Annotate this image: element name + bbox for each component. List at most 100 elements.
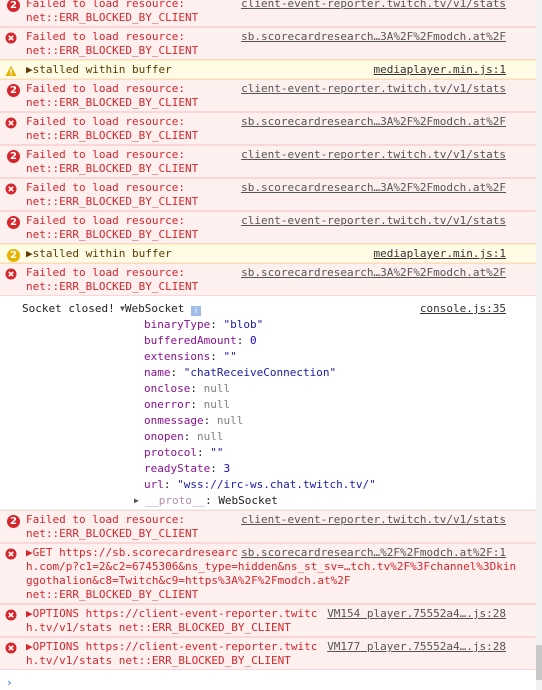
repeat-count-badge: 2	[7, 84, 20, 97]
message-text: h.tv/v1/stats net::ERR_BLOCKED_BY_CLIENT	[26, 654, 291, 667]
console-error-message[interactable]: 2 Failed to load resource: net::ERR_BLOCK…	[0, 510, 536, 543]
console-error-message[interactable]: 2 Failed to load resource: net::ERR_BLOCK…	[0, 145, 536, 178]
message-text: net::ERR_BLOCKED_BY_CLIENT	[26, 162, 199, 175]
object-property: url: "wss://irc-ws.chat.twitch.tv/"	[144, 478, 376, 491]
message-text: Failed to load resource:	[26, 214, 192, 227]
message-text: net::ERR_BLOCKED_BY_CLIENT	[26, 228, 199, 241]
message-source-link[interactable]: sb.scorecardresearch…3A%2F%2Fmodch.at%2F	[241, 266, 506, 280]
object-property: binaryType: "blob"	[144, 318, 264, 331]
property-value: "wss://irc-ws.chat.twitch.tv/"	[177, 478, 376, 491]
console-log-websocket[interactable]: Socket closed! ▼WebSocket i console.js:35…	[0, 296, 536, 510]
property-key: __proto__	[145, 494, 206, 507]
property-key: binaryType	[144, 318, 211, 331]
scrollbar[interactable]	[536, 0, 542, 690]
property-key: url	[144, 478, 164, 491]
console-error-message[interactable]: 2 Failed to load resource: net::ERR_BLOCK…	[0, 0, 536, 27]
console-error-message[interactable]: 2 Failed to load resource: net::ERR_BLOCK…	[0, 211, 536, 244]
message-text: net::ERR_BLOCKED_BY_CLIENT	[26, 527, 199, 540]
console-error-message[interactable]: ▶GET https://sb.scorecardresearc h.com/p?…	[0, 543, 536, 604]
repeat-count-badge: 2	[7, 249, 20, 262]
message-source-link[interactable]: client-event-reporter.twitch.tv/v1/stats	[241, 214, 506, 228]
message-text: Failed to load resource:	[26, 266, 192, 279]
warning-icon	[5, 65, 17, 76]
message-text: Failed to load resource:	[26, 513, 192, 526]
console-error-message[interactable]: ▶OPTIONS https://client-event-reporter.t…	[0, 637, 536, 670]
message-text: ▶OPTIONS https://client-event-reporter.t…	[26, 640, 318, 653]
object-property: readyState: 3	[144, 462, 231, 475]
repeat-count-badge: 2	[7, 515, 20, 528]
message-text: net::ERR_BLOCKED_BY_CLIENT	[26, 195, 199, 208]
message-source-link[interactable]: client-event-reporter.twitch.tv/v1/stats	[241, 513, 506, 527]
console-messages: 2 Failed to load resource: net::ERR_BLOCK…	[0, 0, 536, 670]
object-label: WebSocket	[124, 302, 185, 315]
object-property: bufferedAmount: 0	[144, 334, 257, 347]
error-icon	[5, 548, 17, 560]
console-error-message[interactable]: Failed to load resource: net::ERR_BLOCKE…	[0, 178, 536, 211]
property-value: WebSocket	[218, 494, 278, 507]
message-text: net::ERR_BLOCKED_BY_CLIENT	[26, 11, 199, 24]
console-warning-message[interactable]: 2 ▶stalled within buffer mediaplayer.min.j…	[0, 244, 536, 263]
console-prompt[interactable]: ›	[6, 676, 506, 690]
message-source-link[interactable]: sb.scorecardresearch…3A%2F%2Fmodch.at%2F	[241, 30, 506, 44]
property-key: readyState	[144, 462, 211, 475]
message-text: ggothalion&c8=Twitch&c9=https%3A%2F%2Fmo…	[26, 574, 351, 587]
message-source-link[interactable]: client-event-reporter.twitch.tv/v1/stats	[241, 0, 506, 11]
message-source-link[interactable]: sb.scorecardresearch…3A%2F%2Fmodch.at%2F	[241, 115, 506, 129]
console-error-message[interactable]: 2 Failed to load resource: net::ERR_BLOCK…	[0, 79, 536, 112]
message-text: net::ERR_BLOCKED_BY_CLIENT	[26, 129, 199, 142]
property-value: null	[216, 414, 244, 427]
console-error-message[interactable]: Failed to load resource: net::ERR_BLOCKE…	[0, 263, 536, 296]
message-text: net::ERR_BLOCKED_BY_CLIENT	[26, 588, 199, 601]
property-value: null	[203, 382, 231, 395]
repeat-count-badge: 2	[7, 216, 20, 229]
property-key: onmessage	[144, 414, 204, 427]
property-value: 0	[249, 334, 257, 347]
property-value: "blob"	[223, 318, 264, 331]
message-text: Failed to load resource:	[26, 82, 192, 95]
console-warning-message[interactable]: ▶stalled within buffer mediaplayer.min.js…	[0, 60, 536, 79]
property-value: ""	[223, 350, 237, 363]
object-property: name: "chatReceiveConnection"	[144, 366, 337, 379]
message-source-link[interactable]: mediaplayer.min.js:1	[374, 247, 506, 261]
message-text: net::ERR_BLOCKED_BY_CLIENT	[26, 96, 199, 109]
message-source-link[interactable]: VM177 player.75552a4….js:28	[327, 640, 506, 654]
message-text: Failed to load resource:	[26, 0, 192, 10]
message-source-link[interactable]: mediaplayer.min.js:1	[374, 63, 506, 77]
message-source-link[interactable]: VM154 player.75552a4….js:28	[327, 607, 506, 621]
expand-websocket-toggle[interactable]: ▼WebSocket i	[120, 302, 202, 316]
message-text: ▶stalled within buffer	[26, 247, 172, 260]
property-value: 3	[223, 462, 231, 475]
property-key: extensions	[144, 350, 211, 363]
message-source-link[interactable]: sb.scorecardresearch…%2F%2Fmodch.at%2F:1	[241, 546, 506, 560]
error-icon	[5, 32, 17, 44]
message-source-link[interactable]: sb.scorecardresearch…3A%2F%2Fmodch.at%2F	[241, 181, 506, 195]
property-key: onclose	[144, 382, 191, 395]
console-error-message[interactable]: ▶OPTIONS https://client-event-reporter.t…	[0, 604, 536, 637]
error-icon	[5, 183, 17, 195]
error-icon	[5, 268, 17, 280]
object-property: onopen: null	[144, 430, 224, 443]
message-source-link[interactable]: client-event-reporter.twitch.tv/v1/stats	[241, 148, 506, 162]
error-icon	[5, 642, 17, 654]
message-text: ▶OPTIONS https://client-event-reporter.t…	[26, 607, 318, 620]
message-text: h.com/p?c1=2&c2=6745306&ns_type=hidden&n…	[26, 560, 517, 573]
object-property: protocol: ""	[144, 446, 224, 459]
console-error-message[interactable]: Failed to load resource: net::ERR_BLOCKE…	[0, 27, 536, 60]
object-property: onerror: null	[144, 398, 231, 411]
message-text: Failed to load resource:	[26, 30, 192, 43]
repeat-count-badge: 2	[7, 0, 20, 12]
property-value: null	[203, 398, 231, 411]
message-source-link[interactable]: client-event-reporter.twitch.tv/v1/stats	[241, 82, 506, 96]
message-text: Failed to load resource:	[26, 181, 192, 194]
message-source-link[interactable]: console.js:35	[420, 302, 506, 316]
property-key: bufferedAmount	[144, 334, 237, 347]
console-error-message[interactable]: Failed to load resource: net::ERR_BLOCKE…	[0, 112, 536, 145]
proto-property[interactable]: ▶ __proto__: WebSocket	[134, 494, 278, 508]
message-text: net::ERR_BLOCKED_BY_CLIENT	[26, 44, 199, 57]
message-text: ▶GET https://sb.scorecardresearc	[26, 546, 238, 559]
expand-triangle-icon: ▶	[134, 496, 139, 505]
scrollbar-thumb[interactable]	[536, 645, 542, 680]
object-property: onclose: null	[144, 382, 231, 395]
property-key: onopen	[144, 430, 184, 443]
message-text: h.tv/v1/stats net::ERR_BLOCKED_BY_CLIENT	[26, 621, 291, 634]
